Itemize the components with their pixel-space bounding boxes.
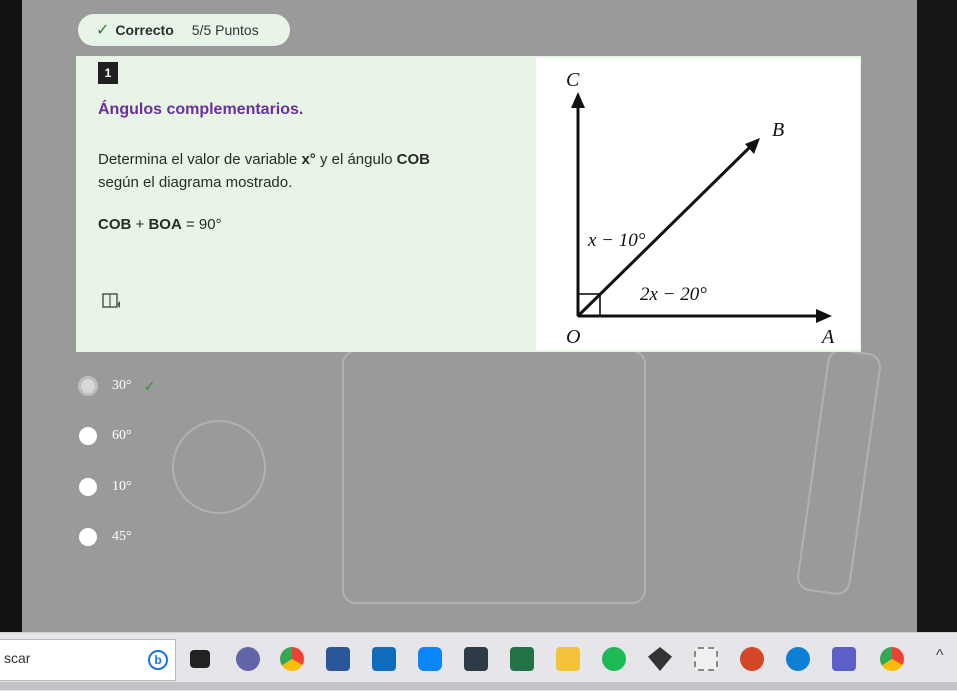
question-text-part3: según el diagrama mostrado.	[98, 174, 293, 191]
doodle-circle	[172, 420, 266, 514]
taskbar-search-box[interactable]: scar b	[0, 639, 176, 681]
chrome-profile-icon[interactable]	[880, 647, 904, 671]
teams-icon[interactable]	[832, 647, 856, 671]
radio-button[interactable]	[78, 426, 98, 446]
task-view-icon[interactable]	[190, 650, 210, 668]
label-a: A	[820, 326, 835, 348]
radio-button[interactable]	[78, 376, 98, 396]
question-number: 1	[98, 62, 118, 84]
right-background	[917, 0, 957, 632]
equation-plus: +	[135, 216, 145, 233]
answer-option-1[interactable]: 30° ✓	[78, 374, 155, 398]
word-icon[interactable]	[326, 647, 350, 671]
question-title: Ángulos complementarios.	[98, 101, 304, 118]
answer-option-2[interactable]: 60°	[78, 424, 132, 448]
file-explorer-icon[interactable]	[556, 647, 580, 671]
angle-diagram-svg: C B O A x − 10° 2x − 20°	[566, 69, 835, 348]
answer-option-3[interactable]: 10°	[78, 475, 132, 499]
check-icon: ✓	[96, 22, 110, 39]
chevron-up-icon[interactable]: ^	[936, 647, 944, 665]
option-label: 45°	[112, 529, 132, 544]
doodle-ruler	[795, 347, 883, 597]
chrome-icon[interactable]	[280, 647, 304, 671]
equation-term-b: BOA	[148, 216, 182, 233]
question-text-part2: y el ángulo	[315, 151, 397, 168]
label-c: C	[566, 69, 580, 91]
search-text: scar	[4, 650, 31, 666]
option-label: 60°	[112, 428, 132, 443]
bing-icon[interactable]: b	[148, 650, 168, 670]
label-b: B	[772, 119, 784, 141]
question-text-part1: Determina el valor de variable	[98, 151, 302, 168]
snipping-tool-icon[interactable]	[694, 647, 718, 671]
angle-upper-label: x − 10°	[587, 230, 646, 251]
left-background	[0, 0, 22, 632]
question-angle: COB	[396, 151, 431, 168]
chat-icon[interactable]	[236, 647, 260, 671]
angle-lower-label: 2x − 20°	[640, 284, 707, 305]
equation-result: = 90°	[185, 216, 222, 233]
label-o: O	[566, 326, 580, 348]
question-card: 1 Ángulos complementarios. Determina el …	[76, 56, 861, 352]
mail-icon[interactable]	[372, 647, 396, 671]
outlook-icon[interactable]	[418, 647, 442, 671]
radio-button[interactable]	[78, 477, 98, 497]
immersive-reader-icon[interactable]	[102, 292, 124, 310]
powerpoint-icon[interactable]	[740, 647, 764, 671]
equation-term-a: COB	[98, 216, 132, 233]
equation: COB + BOA = 90°	[98, 216, 222, 233]
correct-label: Correcto	[115, 22, 174, 38]
doodle-notebook	[342, 350, 646, 604]
taskbar-bottom-edge	[0, 682, 957, 690]
spotify-icon[interactable]	[602, 647, 626, 671]
question-text: Determina el valor de variable x° y el á…	[98, 148, 458, 194]
arrow-c-icon	[571, 92, 585, 108]
excel-icon[interactable]	[510, 647, 534, 671]
result-status-pill: ✓ Correcto 5/5 Puntos	[78, 14, 290, 46]
answer-option-4[interactable]: 45°	[78, 525, 132, 549]
angle-diagram: C B O A x − 10° 2x − 20°	[536, 58, 860, 350]
question-variable: x°	[301, 151, 316, 168]
calculator-icon[interactable]	[464, 647, 488, 671]
correct-check-icon: ✓	[143, 377, 156, 394]
option-label: 10°	[112, 479, 132, 494]
points-label: 5/5 Puntos	[191, 22, 259, 38]
arrow-a-icon	[816, 309, 832, 323]
radio-button[interactable]	[78, 527, 98, 547]
dropbox-icon[interactable]	[648, 647, 672, 671]
edge-icon[interactable]	[786, 647, 810, 671]
option-label: 30°	[112, 378, 132, 393]
